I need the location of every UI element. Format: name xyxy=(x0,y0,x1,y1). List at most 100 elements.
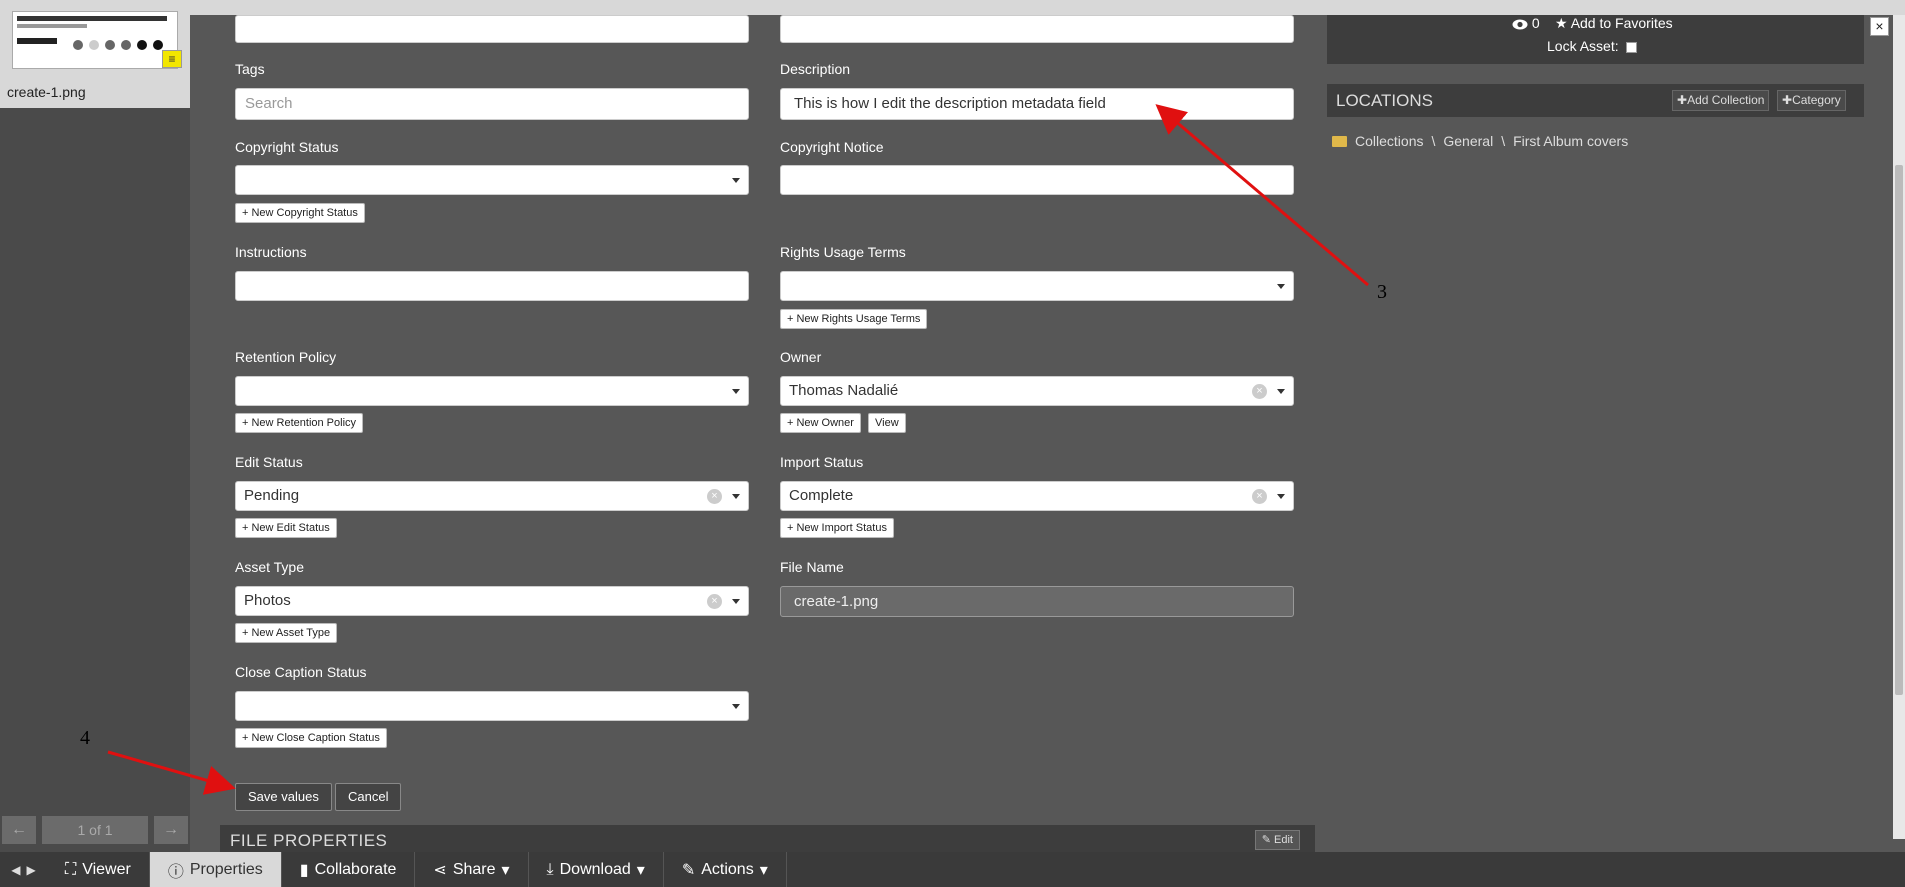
edit-status-select[interactable]: Pending × xyxy=(235,481,749,511)
copyright-notice-input[interactable] xyxy=(780,165,1294,195)
new-copyright-status-button[interactable]: + New Copyright Status xyxy=(235,203,365,223)
arrow-right-icon[interactable]: ▶ xyxy=(27,863,36,877)
breadcrumb-separator: \ xyxy=(1501,133,1506,149)
tab-share[interactable]: ⋖ Share ▾ xyxy=(415,852,529,887)
star-icon: ★ xyxy=(1555,15,1568,31)
tab-viewer[interactable]: ⛶ Viewer xyxy=(47,852,150,887)
thumbnail-sidebar: ≡ create-1.png ← 1 of 1 → xyxy=(0,0,190,852)
page-info: 1 of 1 xyxy=(42,816,148,844)
view-owner-button[interactable]: View xyxy=(868,413,906,433)
thumb-dot xyxy=(137,40,147,50)
location-breadcrumb: Collections \ General \ First Album cove… xyxy=(1332,133,1628,149)
edit-file-properties-button[interactable]: ✎ Edit xyxy=(1254,830,1300,850)
clear-icon[interactable]: × xyxy=(707,594,722,609)
thumb-dot xyxy=(89,40,99,50)
locations-header: LOCATIONS ✚Add Collection ✚Category xyxy=(1327,84,1864,117)
rights-usage-terms-select[interactable] xyxy=(780,271,1294,301)
tags-label: Tags xyxy=(235,61,265,77)
clear-icon[interactable]: × xyxy=(1252,489,1267,504)
view-count-value: 0 xyxy=(1531,15,1540,31)
import-status-select[interactable]: Complete × xyxy=(780,481,1294,511)
cancel-button[interactable]: Cancel xyxy=(335,783,402,811)
chevron-down-icon xyxy=(1277,284,1285,289)
asset-type-select[interactable]: Photos × xyxy=(235,586,749,616)
prev-page-button[interactable]: ← xyxy=(2,816,36,844)
owner-select[interactable]: Thomas Nadalié × xyxy=(780,376,1294,406)
close-caption-status-select[interactable] xyxy=(235,691,749,721)
nav-arrows: ◀ ▶ xyxy=(0,852,47,887)
edit-status-value: Pending xyxy=(244,487,300,504)
chevron-down-icon xyxy=(732,704,740,709)
new-owner-button[interactable]: + New Owner xyxy=(780,413,861,433)
add-to-favorites-link[interactable]: ★ Add to Favorites xyxy=(1555,15,1673,32)
chevron-down-icon xyxy=(732,599,740,604)
lock-asset-label: Lock Asset: xyxy=(1547,38,1619,54)
clear-icon[interactable]: × xyxy=(1252,384,1267,399)
breadcrumb-collections[interactable]: Collections xyxy=(1355,133,1423,149)
thumbnail-image[interactable] xyxy=(12,11,178,69)
new-close-caption-status-button[interactable]: + New Close Caption Status xyxy=(235,728,387,748)
clear-icon[interactable]: × xyxy=(707,489,722,504)
plus-icon: ✚ xyxy=(1677,93,1688,107)
thumb-bar xyxy=(17,38,57,44)
copyright-status-select[interactable] xyxy=(235,165,749,195)
breadcrumb-separator: \ xyxy=(1431,133,1436,149)
instructions-label: Instructions xyxy=(235,244,307,260)
pager: ← 1 of 1 → xyxy=(2,816,188,844)
save-values-button[interactable]: Save values xyxy=(235,783,332,811)
top-field-right[interactable] xyxy=(780,15,1294,43)
chevron-down-icon: ▾ xyxy=(759,861,768,879)
owner-value: Thomas Nadalié xyxy=(789,382,899,399)
thumb-dot xyxy=(73,40,83,50)
tab-download[interactable]: ⤓ Download ▾ xyxy=(529,852,664,887)
close-icon[interactable]: × xyxy=(1870,17,1889,36)
copyright-status-label: Copyright Status xyxy=(235,139,339,155)
note-badge-icon[interactable]: ≡ xyxy=(162,50,182,68)
breadcrumb-album[interactable]: First Album covers xyxy=(1513,133,1628,149)
import-status-label: Import Status xyxy=(780,454,864,470)
bottom-toolbar: ◀ ▶ ⛶ Viewer ⓘ Properties ▮ Collaborate ⋖ Sh… xyxy=(0,852,1905,887)
tab-label: Share xyxy=(452,860,496,878)
add-collection-button[interactable]: ✚Add Collection xyxy=(1672,90,1770,111)
chevron-down-icon xyxy=(1277,389,1285,394)
tab-label: Download xyxy=(559,860,631,878)
copyright-notice-label: Copyright Notice xyxy=(780,139,884,155)
tags-input[interactable]: Search xyxy=(235,88,749,120)
add-category-label: Category xyxy=(1792,93,1841,107)
chevron-down-icon xyxy=(732,389,740,394)
description-input[interactable]: This is how I edit the description metad… xyxy=(780,88,1294,120)
annotation-number-3: 3 xyxy=(1377,281,1387,303)
section-title: FILE PROPERTIES xyxy=(230,831,388,850)
edit-label: Edit xyxy=(1274,834,1293,846)
next-page-button[interactable]: → xyxy=(154,816,188,844)
tab-label: Collaborate xyxy=(314,860,397,878)
tab-label: Properties xyxy=(189,860,263,878)
add-to-favorites-label: Add to Favorites xyxy=(1570,15,1673,31)
instructions-input[interactable] xyxy=(235,271,749,301)
new-asset-type-button[interactable]: + New Asset Type xyxy=(235,623,338,643)
tab-actions[interactable]: ✎ Actions ▾ xyxy=(664,852,787,887)
new-retention-policy-button[interactable]: + New Retention Policy xyxy=(235,413,364,433)
file-name-label: File Name xyxy=(780,559,844,575)
thumbnail-name: create-1.png xyxy=(7,84,86,100)
view-count: 0 xyxy=(1512,15,1540,31)
chevron-down-icon xyxy=(732,494,740,499)
lock-asset-checkbox[interactable] xyxy=(1626,41,1638,53)
new-import-status-button[interactable]: + New Import Status xyxy=(780,518,894,538)
chevron-down-icon xyxy=(732,178,740,183)
eye-icon xyxy=(1512,19,1528,30)
new-edit-status-button[interactable]: + New Edit Status xyxy=(235,518,337,538)
new-rights-usage-terms-button[interactable]: + New Rights Usage Terms xyxy=(780,309,928,329)
lock-asset: Lock Asset: xyxy=(1547,38,1638,54)
tab-collaborate[interactable]: ▮ Collaborate xyxy=(282,852,416,887)
thumb-bar xyxy=(17,24,87,28)
chevron-down-icon: ▾ xyxy=(636,861,645,879)
breadcrumb-general[interactable]: General xyxy=(1443,133,1493,149)
tab-properties[interactable]: ⓘ Properties xyxy=(149,852,282,887)
retention-policy-select[interactable] xyxy=(235,376,749,406)
scrollbar-thumb[interactable] xyxy=(1895,165,1903,695)
top-field-left[interactable] xyxy=(235,15,749,43)
locations-title: LOCATIONS xyxy=(1336,91,1433,110)
add-category-button[interactable]: ✚Category xyxy=(1777,90,1846,111)
arrow-left-icon[interactable]: ◀ xyxy=(11,863,20,877)
